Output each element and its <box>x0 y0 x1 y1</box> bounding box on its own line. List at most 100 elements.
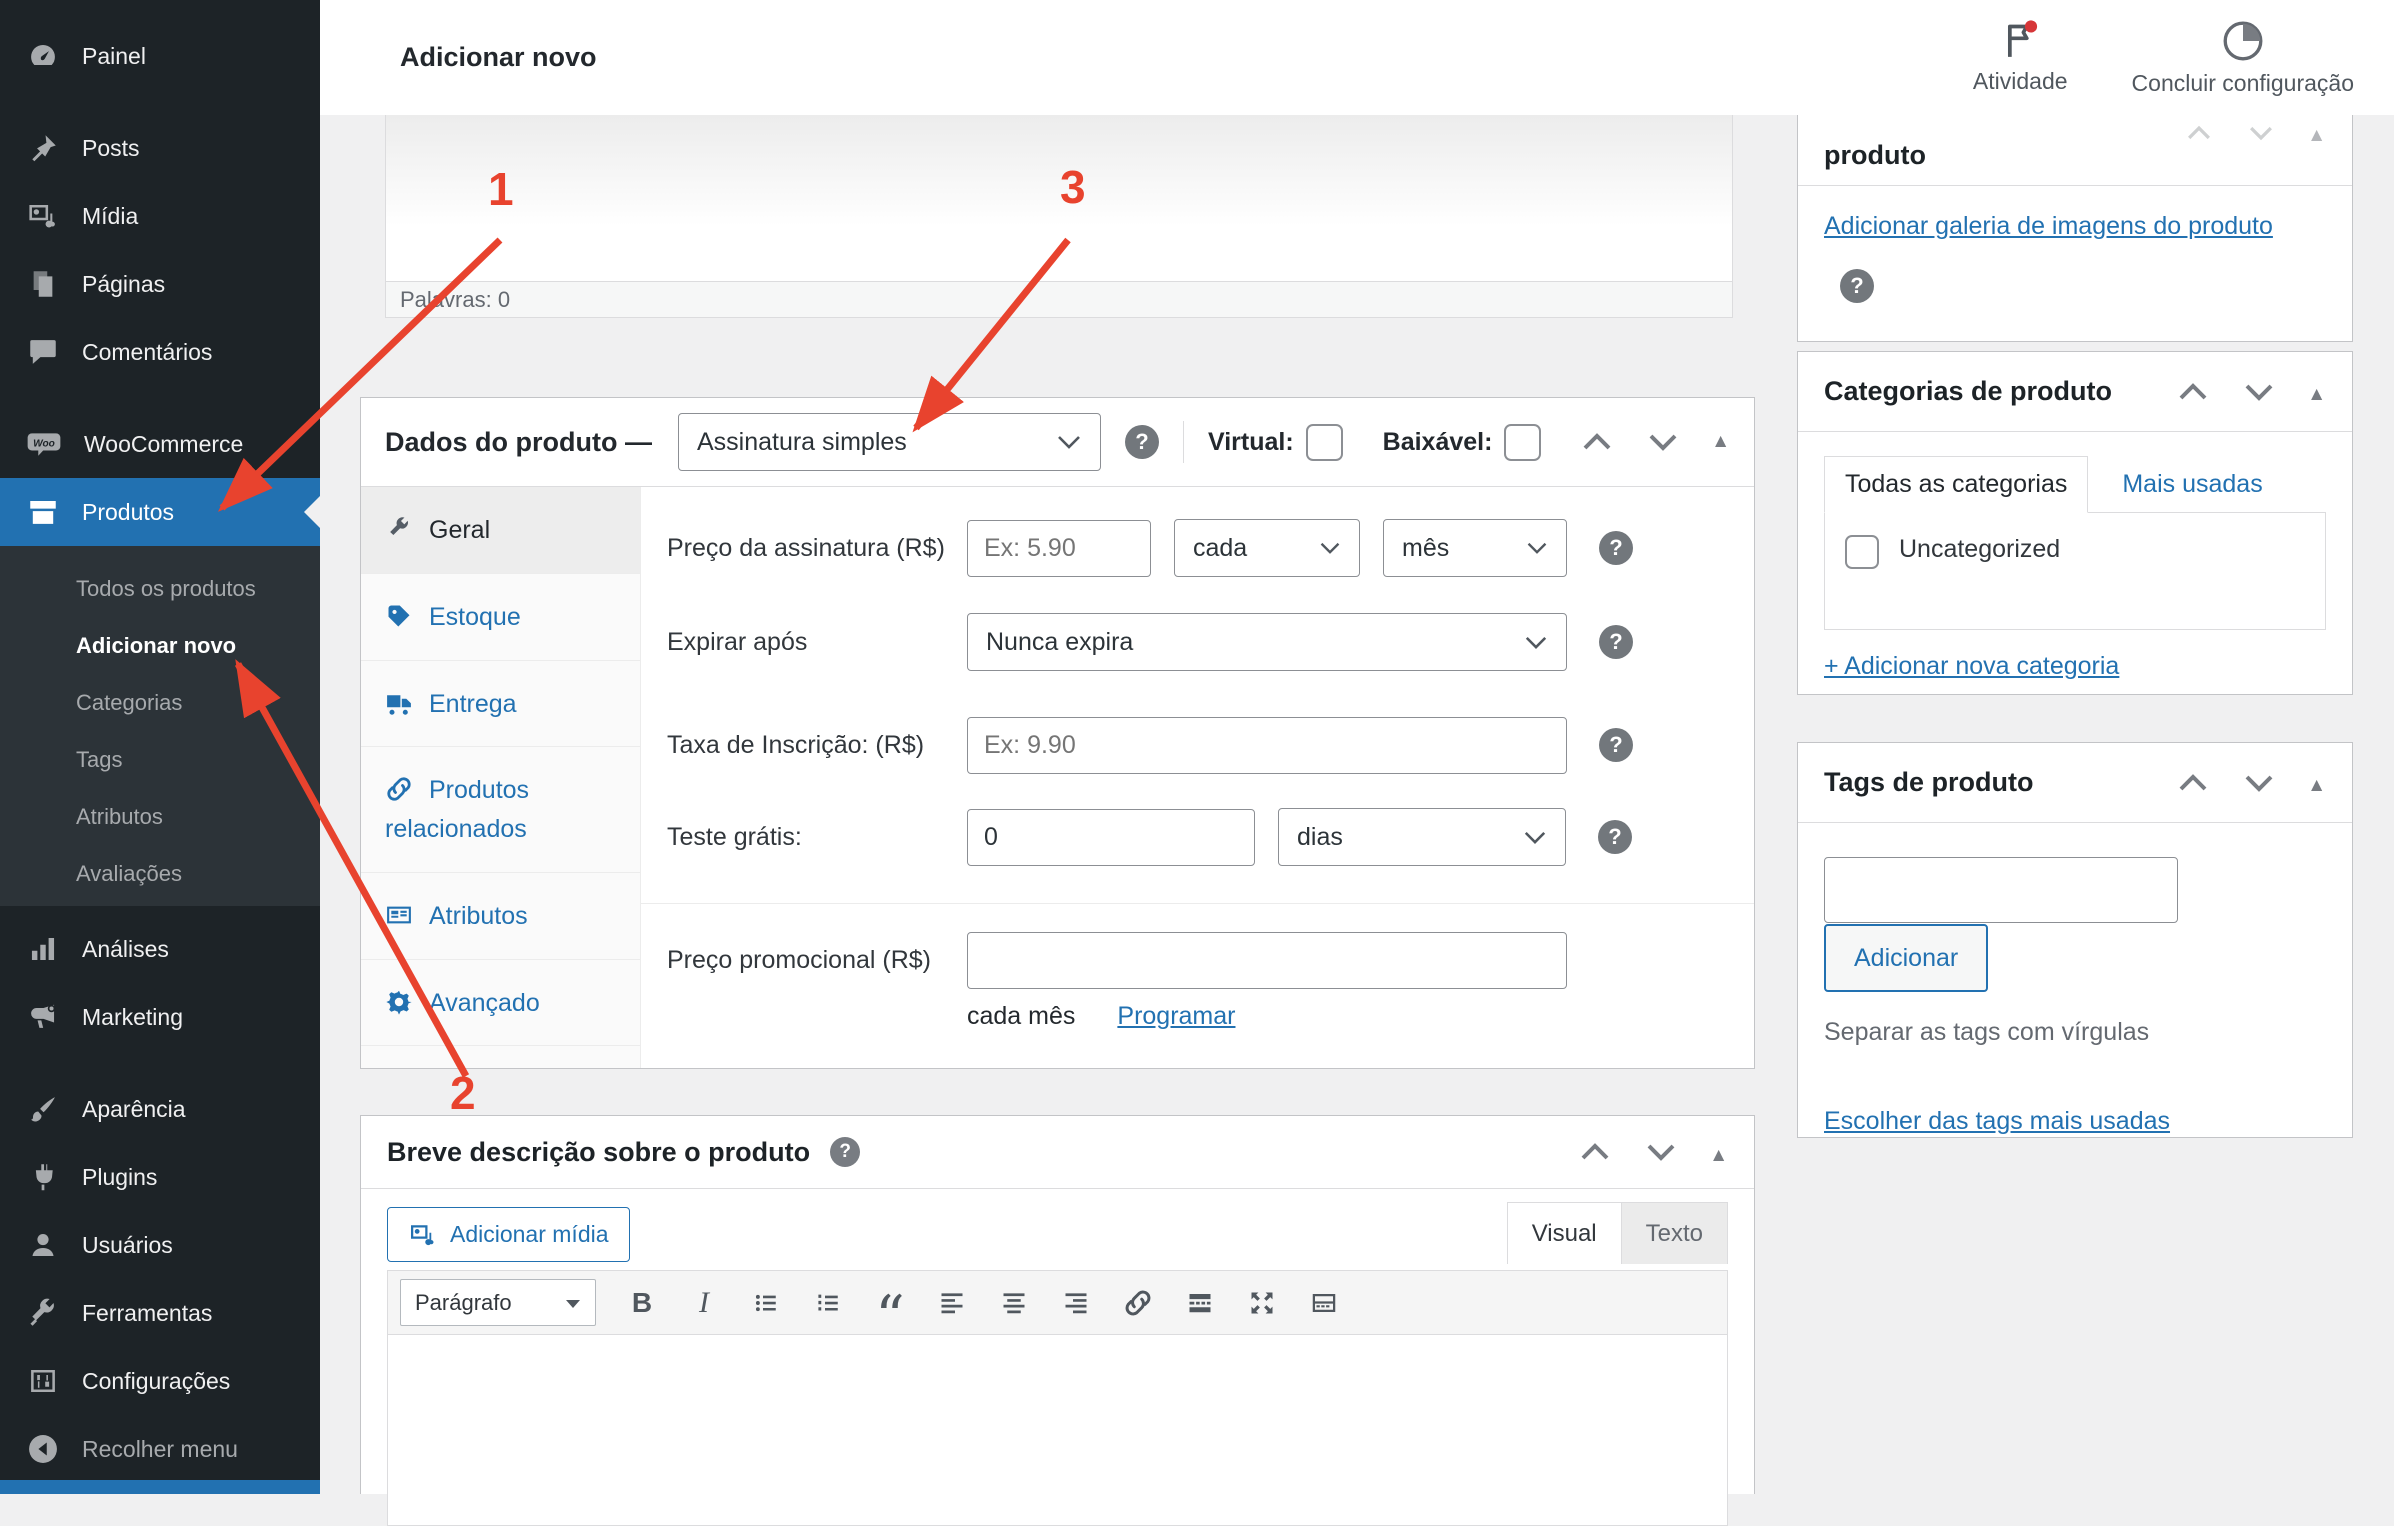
move-down-icon[interactable] <box>2245 124 2277 142</box>
annotation-number-2: 2 <box>450 1066 476 1120</box>
help-icon[interactable] <box>1598 820 1632 854</box>
free-trial-period-select[interactable]: dias <box>1278 808 1566 866</box>
collapse-toggle-icon[interactable] <box>2307 767 2326 798</box>
align-left-icon[interactable] <box>936 1287 968 1319</box>
schedule-link[interactable]: Programar <box>1117 1002 1235 1031</box>
italic-icon[interactable]: I <box>688 1287 720 1319</box>
subscription-interval-select[interactable]: cada <box>1174 519 1360 577</box>
submenu-atributos[interactable]: Atributos <box>0 788 320 845</box>
sale-price-input[interactable] <box>967 932 1567 989</box>
product-type-select[interactable]: Assinatura simples <box>678 413 1101 471</box>
downloadable-checkbox[interactable] <box>1504 424 1541 461</box>
tab-all-categories[interactable]: Todas as categorias <box>1824 456 2088 513</box>
sidebar-item-usuarios[interactable]: Usuários <box>0 1211 320 1279</box>
chevron-down-icon <box>1506 635 1548 650</box>
move-up-icon[interactable] <box>2175 772 2211 794</box>
panel-order-controls <box>1577 1137 1728 1168</box>
sidebar-item-posts[interactable]: Posts <box>0 114 320 182</box>
fullscreen-icon[interactable] <box>1246 1287 1278 1319</box>
move-up-icon[interactable] <box>2183 124 2215 142</box>
tab-entrega[interactable]: Entrega <box>361 661 640 748</box>
submenu-todos-os-produtos[interactable]: Todos os produtos <box>0 560 320 617</box>
product-gallery-panel: produto Adicionar galeria de imagens do … <box>1797 115 2353 342</box>
sidebar-item-painel[interactable]: Painel <box>0 22 320 90</box>
expire-after-select[interactable]: Nunca expira <box>967 613 1567 671</box>
submenu-categorias[interactable]: Categorias <box>0 674 320 731</box>
sidebar-item-ferramentas[interactable]: Ferramentas <box>0 1279 320 1347</box>
help-icon[interactable] <box>1599 625 1633 659</box>
collapse-toggle-icon[interactable] <box>2307 376 2326 407</box>
add-tag-button[interactable]: Adicionar <box>1824 924 1988 992</box>
sale-period-text: cada mês <box>967 1002 1075 1031</box>
sidebar-item-aparencia[interactable]: Aparência <box>0 1075 320 1143</box>
sidebar-item-paginas[interactable]: Páginas <box>0 250 320 318</box>
chevron-down-icon <box>1301 541 1341 555</box>
submenu-adicionar-novo[interactable]: Adicionar novo <box>0 617 320 674</box>
bold-icon[interactable]: B <box>626 1287 658 1319</box>
tab-produtos-relacionados[interactable]: Produtos relacionados <box>361 747 640 873</box>
tab-estoque[interactable]: Estoque <box>361 574 640 661</box>
read-more-icon[interactable] <box>1184 1287 1216 1319</box>
virtual-checkbox[interactable] <box>1306 424 1343 461</box>
tab-visual[interactable]: Visual <box>1507 1202 1622 1264</box>
tab-geral[interactable]: Geral <box>361 487 640 574</box>
signup-fee-input[interactable] <box>967 717 1567 774</box>
choose-tags-link[interactable]: Escolher das tags mais usadas <box>1824 1107 2170 1136</box>
toolbar-toggle-icon[interactable] <box>1308 1287 1340 1319</box>
sidebar-item-marketing[interactable]: Marketing <box>0 983 320 1051</box>
subscription-period-select[interactable]: mês <box>1383 519 1567 577</box>
description-editor-area[interactable]: Palavras: 0 <box>385 115 1733 318</box>
sidebar-item-plugins[interactable]: Plugins <box>0 1143 320 1211</box>
finish-setup-button[interactable]: Concluir configuração <box>2132 18 2354 97</box>
add-gallery-link[interactable]: Adicionar galeria de imagens do produto <box>1824 212 2273 240</box>
submenu-avaliacoes[interactable]: Avaliações <box>0 845 320 902</box>
sidebar-item-woocommerce[interactable]: Woo WooCommerce <box>0 410 320 478</box>
tag-icon <box>385 602 413 630</box>
editor-content-area[interactable] <box>388 1335 1727 1525</box>
align-center-icon[interactable] <box>998 1287 1030 1319</box>
tab-texto[interactable]: Texto <box>1622 1202 1728 1264</box>
help-icon[interactable] <box>1599 531 1633 565</box>
move-up-icon[interactable] <box>2175 381 2211 403</box>
move-up-icon[interactable] <box>1577 1141 1613 1163</box>
insert-link-icon[interactable] <box>1122 1287 1154 1319</box>
submenu-tags[interactable]: Tags <box>0 731 320 788</box>
sidebar-item-comentarios[interactable]: Comentários <box>0 318 320 386</box>
blockquote-icon[interactable] <box>874 1287 906 1319</box>
add-category-link[interactable]: + Adicionar nova categoria <box>1824 652 2119 681</box>
move-down-icon[interactable] <box>2241 772 2277 794</box>
tag-input[interactable] <box>1824 857 2178 923</box>
help-icon[interactable] <box>1840 269 1874 303</box>
move-down-icon[interactable] <box>2241 381 2277 403</box>
tab-most-used[interactable]: Mais usadas <box>2122 470 2262 499</box>
tab-avancado[interactable]: Avançado <box>361 960 640 1047</box>
move-up-icon[interactable] <box>1579 431 1615 453</box>
subscription-price-input[interactable] <box>967 520 1151 577</box>
add-media-button[interactable]: Adicionar mídia <box>387 1207 630 1262</box>
sidebar-item-midia[interactable]: Mídia <box>0 182 320 250</box>
numbered-list-icon[interactable] <box>812 1287 844 1319</box>
collapse-toggle-icon[interactable] <box>1709 1137 1728 1168</box>
help-icon[interactable] <box>1599 728 1633 762</box>
paragraph-format-select[interactable]: Parágrafo <box>400 1279 596 1326</box>
collapse-toggle-icon[interactable] <box>1711 431 1730 453</box>
move-down-icon[interactable] <box>1643 1141 1679 1163</box>
align-right-icon[interactable] <box>1060 1287 1092 1319</box>
collapse-toggle-icon[interactable] <box>2307 117 2326 148</box>
setup-progress-icon <box>2220 18 2266 64</box>
activity-button[interactable]: Atividade <box>1973 18 2068 97</box>
sidebar-item-analises[interactable]: Análises <box>0 915 320 983</box>
bullet-list-icon[interactable] <box>750 1287 782 1319</box>
move-down-icon[interactable] <box>1645 431 1681 453</box>
sidebar-item-configuracoes[interactable]: Configurações <box>0 1347 320 1415</box>
free-trial-input[interactable] <box>967 809 1255 866</box>
sidebar-item-recolher-menu[interactable]: Recolher menu <box>0 1415 320 1483</box>
chevron-down-icon <box>565 1290 581 1316</box>
category-checkbox[interactable] <box>1845 535 1879 569</box>
sidebar-item-produtos[interactable]: Produtos <box>0 478 320 546</box>
form-divider <box>641 903 1754 904</box>
sidebar-separator <box>0 90 320 114</box>
help-icon[interactable] <box>1125 425 1159 459</box>
help-icon[interactable] <box>830 1137 860 1167</box>
tab-atributos[interactable]: Atributos <box>361 873 640 960</box>
